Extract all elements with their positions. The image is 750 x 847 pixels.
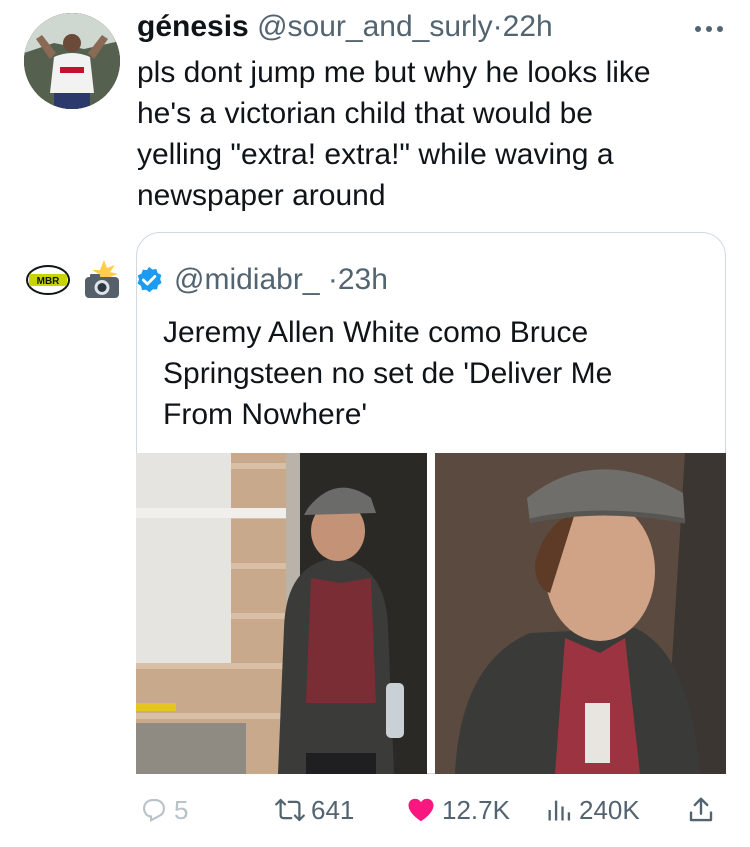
more-icon[interactable] bbox=[689, 14, 729, 44]
camera-icon bbox=[85, 260, 119, 298]
avatar-image bbox=[24, 13, 120, 109]
reply-icon bbox=[143, 799, 165, 823]
separator-dot: · bbox=[327, 263, 338, 296]
tweet-time[interactable]: 22h bbox=[503, 10, 553, 43]
action-bar: 5 641 12.7K 240K bbox=[0, 788, 750, 832]
like-button[interactable]: 12.7K bbox=[406, 788, 510, 832]
separator-dot: · bbox=[492, 10, 503, 43]
tweet-text: pls dont jump me but why he looks like h… bbox=[137, 56, 651, 212]
retweet-count: 641 bbox=[311, 794, 355, 825]
share-icon bbox=[689, 797, 713, 822]
author-name[interactable]: génesis bbox=[137, 10, 249, 43]
reply-button[interactable]: 5 bbox=[140, 788, 188, 832]
retweet-button[interactable]: 641 bbox=[275, 788, 354, 832]
share-button[interactable] bbox=[686, 788, 716, 832]
tweet-header: génesis @sour_and_surly·22h bbox=[137, 8, 553, 46]
quoted-tweet-time: 23h bbox=[337, 263, 388, 296]
mbr-logo: MBR bbox=[26, 265, 70, 295]
view-count: 240K bbox=[579, 794, 640, 825]
quoted-tweet-header: MBR @midiabr_ ·23h bbox=[26, 258, 388, 302]
photo-right[interactable] bbox=[435, 453, 726, 774]
avatar[interactable] bbox=[24, 13, 120, 109]
photo-left[interactable] bbox=[136, 453, 427, 774]
verified-icon bbox=[137, 266, 162, 293]
quoted-tweet-media[interactable] bbox=[136, 453, 726, 774]
author-handle[interactable]: @sour_and_surly bbox=[257, 10, 493, 43]
quoted-author-handle[interactable]: @midiabr_ ·23h bbox=[174, 263, 388, 297]
views-icon bbox=[548, 800, 571, 821]
views-button[interactable]: 240K bbox=[545, 788, 640, 832]
heart-icon bbox=[408, 798, 434, 822]
reply-count: 5 bbox=[174, 794, 189, 825]
quoted-tweet-text: Jeremy Allen White como Bruce Springstee… bbox=[163, 316, 613, 431]
like-count: 12.7K bbox=[442, 794, 510, 825]
mbr-logo-text: MBR bbox=[37, 276, 61, 287]
retweet-icon bbox=[275, 798, 305, 822]
